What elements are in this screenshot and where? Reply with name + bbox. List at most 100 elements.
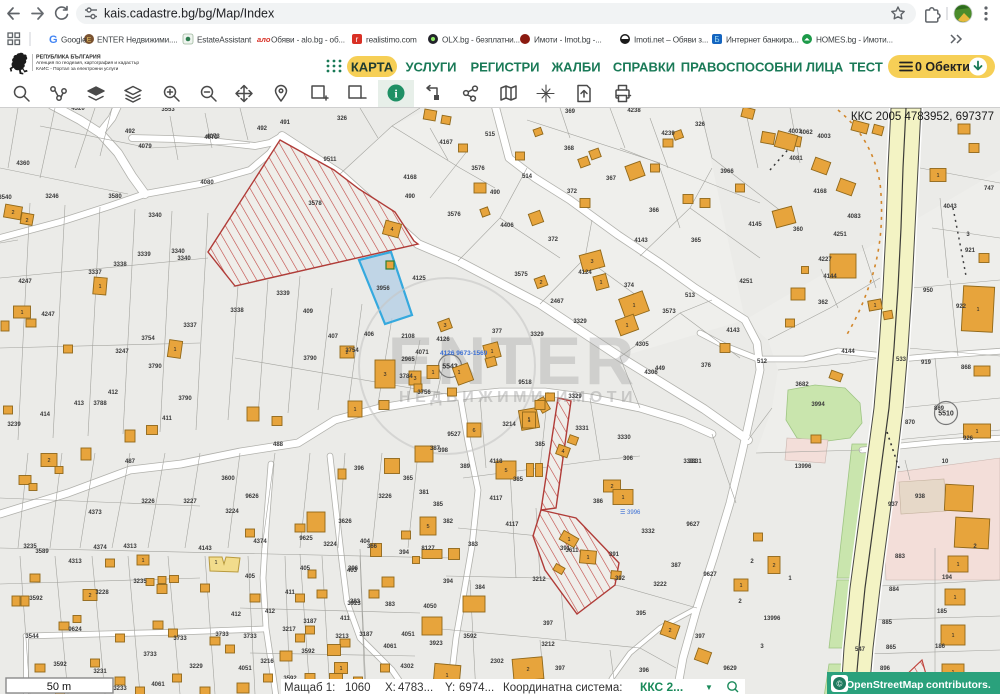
svg-text:4360: 4360 [16, 161, 30, 167]
svg-text:2: 2 [11, 210, 14, 216]
svg-text:4238: 4238 [627, 108, 641, 114]
svg-text:1060: 1060 [345, 682, 371, 694]
svg-text:385: 385 [513, 477, 524, 483]
svg-text:409: 409 [303, 309, 314, 315]
svg-text:306: 306 [623, 456, 634, 462]
svg-text:1: 1 [173, 347, 176, 353]
svg-text:3212: 3212 [532, 577, 546, 583]
svg-text:885: 885 [882, 620, 893, 626]
svg-text:ало: ало [257, 35, 271, 44]
svg-text:396: 396 [639, 668, 650, 674]
svg-text:4051: 4051 [238, 666, 252, 672]
svg-text:3228: 3228 [95, 590, 109, 596]
svg-text:Интернет банкира...: Интернет банкира... [726, 35, 799, 44]
svg-text:3339: 3339 [137, 252, 151, 258]
svg-text:382: 382 [443, 519, 454, 525]
svg-text:3: 3 [443, 323, 446, 329]
svg-text:4003: 4003 [817, 134, 831, 140]
svg-text:4168: 4168 [403, 175, 417, 181]
svg-text:4080: 4080 [200, 180, 214, 186]
svg-text:362: 362 [818, 300, 829, 306]
svg-text:4117: 4117 [489, 496, 503, 502]
svg-text:384: 384 [475, 585, 486, 591]
svg-text:2467: 2467 [550, 299, 564, 305]
svg-text:381: 381 [419, 490, 430, 496]
svg-text:OpenStreetMap: OpenStreetMap [846, 679, 924, 691]
svg-text:3575: 3575 [514, 272, 528, 278]
svg-text:HOMES.bg - Имоти...: HOMES.bg - Имоти... [816, 35, 893, 44]
svg-text:937: 937 [888, 502, 899, 508]
svg-text:3592: 3592 [29, 596, 43, 602]
svg-text:412: 412 [231, 612, 242, 618]
svg-text:1: 1 [586, 555, 589, 561]
svg-text:4050: 4050 [423, 604, 437, 610]
svg-text:514: 514 [522, 174, 533, 180]
svg-text:412: 412 [108, 390, 119, 396]
svg-text:413: 413 [74, 401, 85, 407]
svg-text:414: 414 [40, 412, 51, 418]
svg-text:395: 395 [636, 611, 647, 617]
svg-text:865: 865 [886, 645, 897, 651]
svg-text:921: 921 [965, 248, 976, 254]
svg-text:3222: 3222 [653, 582, 667, 588]
svg-text:4125: 4125 [412, 276, 426, 282]
svg-text:404: 404 [360, 539, 371, 545]
svg-text:6: 6 [472, 428, 475, 434]
svg-text:3247: 3247 [115, 349, 129, 355]
svg-text:512: 512 [757, 359, 768, 365]
svg-text:870: 870 [905, 420, 916, 426]
svg-text:3224: 3224 [225, 509, 239, 515]
svg-text:ККС 2005 4783952, 697377: ККС 2005 4783952, 697377 [851, 111, 994, 123]
svg-text:9518: 9518 [518, 380, 532, 386]
svg-text:1: 1 [739, 583, 742, 589]
svg-text:9627: 9627 [703, 572, 717, 578]
svg-text:3329: 3329 [573, 319, 587, 325]
svg-text:3331: 3331 [688, 459, 702, 465]
svg-text:926: 926 [963, 436, 974, 442]
svg-text:9627: 9627 [686, 522, 700, 528]
svg-text:3994: 3994 [811, 402, 825, 408]
svg-text:УСЛУГИ: УСЛУГИ [405, 60, 456, 75]
svg-text:491: 491 [280, 120, 291, 126]
svg-text:194: 194 [942, 575, 953, 581]
svg-text:376: 376 [701, 363, 712, 369]
svg-text:ENTER: ENTER [388, 323, 638, 399]
svg-text:396: 396 [354, 466, 365, 472]
svg-text:4168: 4168 [813, 189, 827, 195]
svg-text:3: 3 [413, 376, 416, 382]
svg-text:3790: 3790 [148, 364, 162, 370]
svg-text:186: 186 [935, 644, 946, 650]
svg-text:3576: 3576 [471, 166, 485, 172]
svg-text:3790: 3790 [178, 396, 192, 402]
svg-text:3733: 3733 [243, 634, 257, 640]
svg-text:868: 868 [961, 365, 972, 371]
svg-text:3600: 3600 [221, 476, 235, 482]
svg-text:2: 2 [25, 218, 28, 224]
svg-text:398: 398 [438, 448, 449, 454]
svg-text:3592: 3592 [463, 634, 477, 640]
svg-text:4081: 4081 [789, 156, 803, 162]
svg-text:1: 1 [431, 370, 434, 376]
svg-text:394: 394 [443, 579, 454, 585]
svg-text:4043: 4043 [943, 204, 957, 210]
svg-text:4227: 4227 [818, 257, 832, 263]
svg-text:1: 1 [975, 429, 978, 435]
svg-text:385: 385 [535, 442, 546, 448]
svg-text:13996: 13996 [795, 464, 812, 470]
svg-text:919: 919 [921, 360, 932, 366]
svg-text:1: 1 [951, 633, 954, 639]
svg-text:4374: 4374 [253, 539, 267, 545]
svg-text:366: 366 [649, 208, 660, 214]
svg-text:4302: 4302 [400, 664, 414, 670]
svg-text:488: 488 [273, 442, 284, 448]
svg-text:realistimo.com: realistimo.com [366, 35, 417, 44]
svg-text:1: 1 [956, 562, 959, 568]
svg-text:372: 372 [567, 189, 578, 195]
svg-text:533: 533 [896, 357, 907, 363]
svg-text:4144: 4144 [823, 274, 837, 280]
svg-text:4320: 4320 [71, 108, 85, 112]
svg-text:9626: 9626 [245, 494, 259, 500]
svg-text:3553: 3553 [161, 108, 175, 113]
svg-text:3217: 3217 [282, 627, 296, 633]
svg-text:3216: 3216 [260, 659, 274, 665]
